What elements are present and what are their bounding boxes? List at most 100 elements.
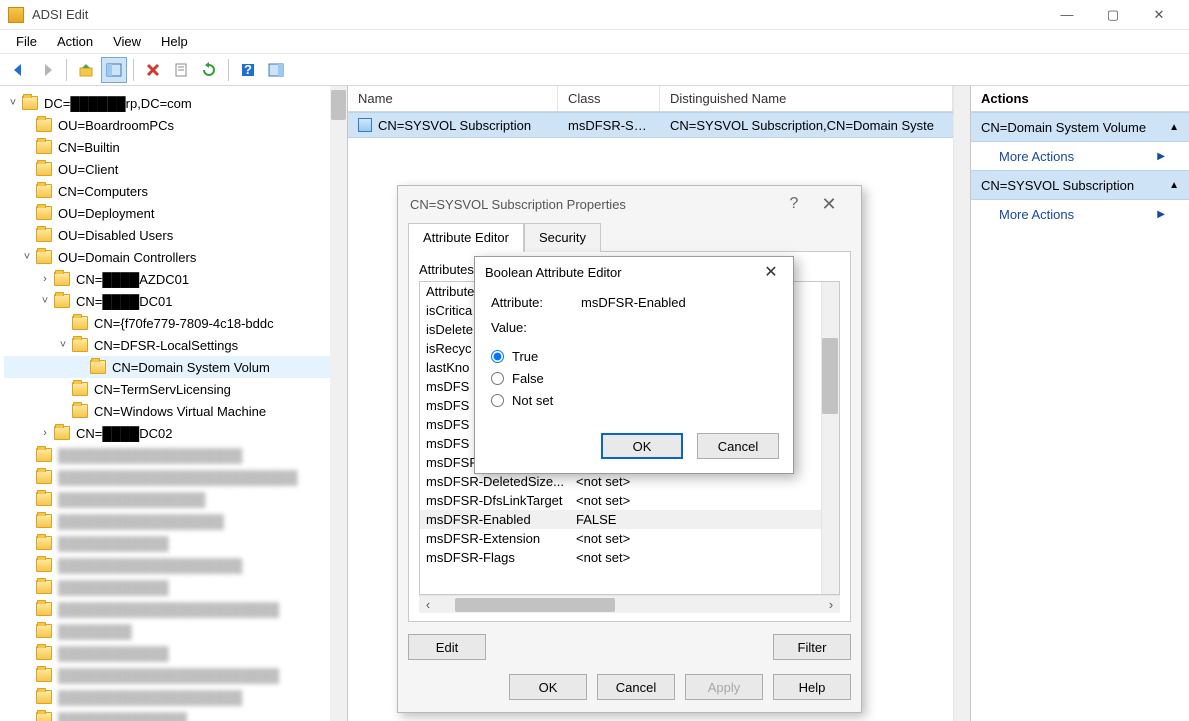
radio-true-input[interactable]	[491, 350, 504, 363]
tree-node-redacted[interactable]: ██████████████████████████	[4, 466, 343, 488]
tree-node-redacted[interactable]: ██████████████	[4, 708, 343, 721]
boolean-dialog-titlebar[interactable]: Boolean Attribute Editor ✕	[475, 257, 793, 287]
forward-button[interactable]	[34, 57, 60, 83]
window-close-button[interactable]: ✕	[1137, 3, 1181, 27]
attribute-list-hscrollbar[interactable]: ‹›	[419, 595, 840, 613]
tree-scrollbar[interactable]	[330, 86, 347, 721]
tree-node-redacted[interactable]: ██████████████████	[4, 510, 343, 532]
dialog-close-button[interactable]: ✕	[809, 194, 849, 215]
properties-cancel-button[interactable]: Cancel	[597, 674, 675, 700]
action-pane-button[interactable]	[263, 57, 289, 83]
boolean-cancel-button[interactable]: Cancel	[697, 433, 779, 459]
list-col-name[interactable]: Name	[348, 86, 558, 111]
properties-button[interactable]	[168, 57, 194, 83]
object-icon	[358, 118, 372, 132]
list-col-dn[interactable]: Distinguished Name	[660, 86, 953, 111]
actions-more-2[interactable]: More Actions▶	[971, 200, 1189, 228]
tree-node-domain-system-volume[interactable]: CN=Domain System Volum	[4, 356, 343, 378]
tree-node-redacted[interactable]: ████████████	[4, 532, 343, 554]
tree-node-redacted[interactable]: ████████████████████	[4, 444, 343, 466]
boolean-ok-button[interactable]: OK	[601, 433, 683, 459]
tree-pane[interactable]: ˅DC=██████rp,DC=com OU=BoardroomPCs CN=B…	[0, 86, 348, 721]
list-header[interactable]: Name Class Distinguished Name	[348, 86, 953, 112]
tree-node-redacted[interactable]: ████████████████████████	[4, 664, 343, 686]
attribute-name: msDFSR-DeletedSize...	[420, 474, 570, 489]
window-title: ADSI Edit	[32, 7, 1045, 22]
filter-button[interactable]: Filter	[773, 634, 851, 660]
tab-attribute-editor[interactable]: Attribute Editor	[408, 223, 524, 252]
boolean-attribute-editor-dialog: Boolean Attribute Editor ✕ Attribute:msD…	[474, 256, 794, 474]
menu-help[interactable]: Help	[153, 31, 196, 52]
dialog-help-button[interactable]: ?	[779, 195, 809, 213]
tree-node[interactable]: OU=BoardroomPCs	[4, 114, 343, 136]
list-row-sysvol-subscription[interactable]: CN=SYSVOL Subscription msDFSR-Sub... CN=…	[348, 112, 953, 138]
tree-node[interactable]: CN={f70fe779-7809-4c18-bddc	[4, 312, 343, 334]
tree-node[interactable]: OU=Disabled Users	[4, 224, 343, 246]
list-scrollbar[interactable]	[953, 86, 970, 721]
actions-section-domain-system-volume[interactable]: CN=Domain System Volume▲	[971, 112, 1189, 142]
attribute-value: <not set>	[570, 531, 821, 546]
boolean-dialog-close-button[interactable]: ✕	[759, 262, 783, 282]
properties-ok-button[interactable]: OK	[509, 674, 587, 700]
tree-node[interactable]: OU=Deployment	[4, 202, 343, 224]
back-button[interactable]	[6, 57, 32, 83]
tree-node[interactable]: CN=Windows Virtual Machine	[4, 400, 343, 422]
attribute-name: msDFSR-Extension	[420, 531, 570, 546]
attribute-name: msDFSR-Enabled	[420, 512, 570, 527]
attribute-row[interactable]: msDFSR-EnabledFALSE	[420, 510, 821, 529]
tree-node[interactable]: CN=Builtin	[4, 136, 343, 158]
tree-node-redacted[interactable]: ████████████████████████	[4, 598, 343, 620]
tree-node-redacted[interactable]: ████████████████████	[4, 686, 343, 708]
properties-dialog-title: CN=SYSVOL Subscription Properties	[410, 197, 779, 212]
radio-not-set[interactable]: Not set	[491, 389, 777, 411]
attribute-value: <not set>	[570, 474, 821, 489]
tree-node[interactable]: OU=Client	[4, 158, 343, 180]
tree-node-redacted[interactable]: ████████████████	[4, 488, 343, 510]
attribute-row[interactable]: msDFSR-DeletedSize...<not set>	[420, 472, 821, 491]
tree-node-redacted[interactable]: ████████████	[4, 642, 343, 664]
menu-action[interactable]: Action	[49, 31, 101, 52]
refresh-button[interactable]	[196, 57, 222, 83]
window-maximize-button[interactable]: ▢	[1091, 3, 1135, 27]
properties-dialog-titlebar[interactable]: CN=SYSVOL Subscription Properties ? ✕	[398, 186, 861, 222]
menu-view[interactable]: View	[105, 31, 149, 52]
attribute-row[interactable]: msDFSR-Flags<not set>	[420, 548, 821, 567]
attribute-value: <not set>	[570, 493, 821, 508]
attribute-value: FALSE	[570, 512, 821, 527]
tree-node-root[interactable]: ˅DC=██████rp,DC=com	[4, 92, 343, 114]
attribute-list-vscrollbar[interactable]	[821, 282, 839, 594]
tree-node[interactable]: ›CN=████AZDC01	[4, 268, 343, 290]
actions-more-1[interactable]: More Actions▶	[971, 142, 1189, 170]
attribute-name-value: msDFSR-Enabled	[581, 295, 686, 310]
attribute-row[interactable]: msDFSR-Extension<not set>	[420, 529, 821, 548]
radio-true[interactable]: True	[491, 345, 777, 367]
list-col-class[interactable]: Class	[558, 86, 660, 111]
delete-button[interactable]	[140, 57, 166, 83]
chevron-up-icon: ▲	[1169, 122, 1179, 133]
attribute-row[interactable]: msDFSR-DfsLinkTarget<not set>	[420, 491, 821, 510]
tree-node[interactable]: CN=Computers	[4, 180, 343, 202]
up-button[interactable]	[73, 57, 99, 83]
actions-header: Actions	[971, 86, 1189, 112]
tree-node[interactable]: ˅CN=████DC01	[4, 290, 343, 312]
tree-node-domain-controllers[interactable]: ˅OU=Domain Controllers	[4, 246, 343, 268]
tree-node-dfsr-localsettings[interactable]: ˅CN=DFSR-LocalSettings	[4, 334, 343, 356]
menu-file[interactable]: File	[8, 31, 45, 52]
tab-security[interactable]: Security	[524, 223, 601, 252]
radio-false-input[interactable]	[491, 372, 504, 385]
tree-node[interactable]: CN=TermServLicensing	[4, 378, 343, 400]
help-button[interactable]: ?	[235, 57, 261, 83]
show-hide-console-tree-button[interactable]	[101, 57, 127, 83]
tree-node-redacted[interactable]: ████████	[4, 620, 343, 642]
edit-button[interactable]: Edit	[408, 634, 486, 660]
tree-node-redacted[interactable]: ████████████████████	[4, 554, 343, 576]
radio-notset-input[interactable]	[491, 394, 504, 407]
actions-section-sysvol-subscription[interactable]: CN=SYSVOL Subscription▲	[971, 170, 1189, 200]
window-minimize-button[interactable]: —	[1045, 3, 1089, 27]
radio-false[interactable]: False	[491, 367, 777, 389]
value-label: Value:	[491, 320, 581, 335]
properties-apply-button[interactable]: Apply	[685, 674, 763, 700]
properties-help-button[interactable]: Help	[773, 674, 851, 700]
tree-node-redacted[interactable]: ████████████	[4, 576, 343, 598]
tree-node[interactable]: ›CN=████DC02	[4, 422, 343, 444]
